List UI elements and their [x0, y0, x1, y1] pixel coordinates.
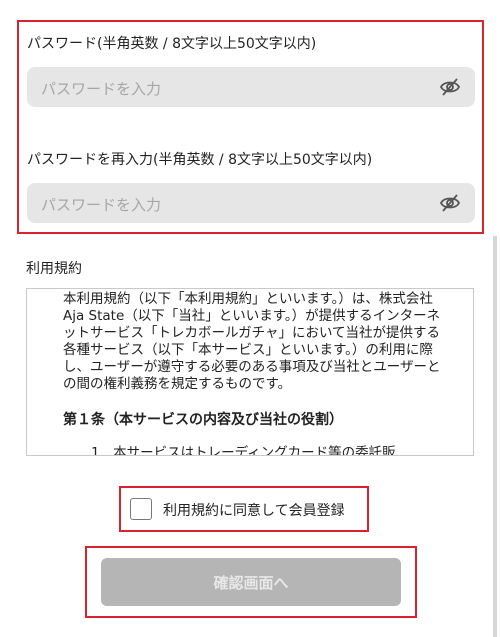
terms-article-item: 1．本サービスはトレーディングカード等の委託販 — [91, 445, 396, 456]
password-confirm-input[interactable]: パスワードを入力 — [27, 183, 475, 223]
password-input[interactable]: パスワードを入力 — [27, 67, 475, 107]
agree-checkbox[interactable] — [130, 498, 152, 520]
confirm-button[interactable]: 確認画面へ — [101, 558, 401, 606]
password-confirm-label: パスワードを再入力(半角英数 / 8文字以上50文字以内) — [27, 152, 373, 168]
password-section: パスワード(半角英数 / 8文字以上50文字以内) パスワードを入力 パスワード… — [17, 20, 484, 234]
eye-slash-icon[interactable] — [439, 77, 461, 97]
password-confirm-placeholder: パスワードを入力 — [41, 196, 162, 214]
confirm-section: 確認画面へ — [85, 546, 417, 618]
terms-scroll-box[interactable]: 本利用規約（以下「本利用規約」といいます。）は、株式会社Aja State（以下… — [26, 288, 474, 456]
password-label: パスワード(半角英数 / 8文字以上50文字以内) — [27, 36, 317, 52]
terms-content: 本利用規約（以下「本利用規約」といいます。）は、株式会社Aja State（以下… — [63, 289, 443, 456]
password-placeholder: パスワードを入力 — [41, 80, 162, 98]
agree-label[interactable]: 利用規約に同意して会員登録 — [163, 500, 345, 520]
page-scrollbar[interactable] — [493, 236, 497, 637]
agree-section: 利用規約に同意して会員登録 — [119, 486, 369, 532]
terms-article-heading: 第１条（本サービスの内容及び当社の役割） — [63, 412, 343, 428]
eye-slash-icon[interactable] — [439, 193, 461, 213]
terms-intro: 本利用規約（以下「本利用規約」といいます。）は、株式会社Aja State（以下… — [63, 291, 441, 392]
terms-title: 利用規約 — [26, 261, 82, 277]
